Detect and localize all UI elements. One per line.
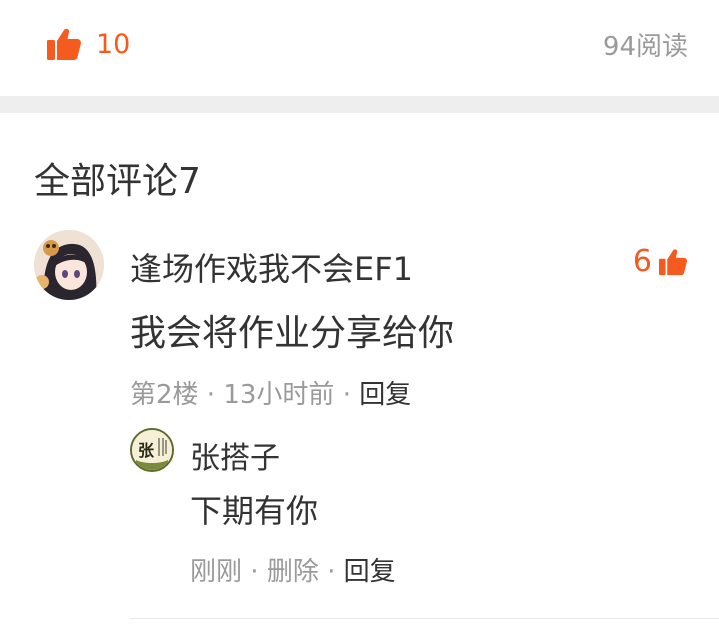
reply-text: 下期有你 (190, 492, 319, 530)
comment-floor: 第2楼 (130, 380, 199, 410)
comment-like-count: 6 (632, 244, 652, 279)
comment-text: 我会将作业分享给你 (130, 313, 455, 354)
read-count: 94阅读 (602, 32, 688, 62)
meta-separator: · (318, 557, 344, 587)
comment-time: 13小时前 (223, 380, 335, 410)
section-divider (0, 96, 719, 113)
comment-divider (130, 618, 719, 619)
meta-separator: · (242, 557, 267, 587)
reply-username[interactable]: 张搭子 (190, 433, 280, 477)
reply-reply-button[interactable]: 回复 (344, 557, 396, 587)
reply-meta: 刚刚 · 删除 · 回复 (190, 551, 396, 588)
avatar-char: 张 (138, 441, 155, 460)
comment-username[interactable]: 逢场作戏我不会EF1 (130, 244, 413, 290)
anime-avatar-image (34, 230, 104, 300)
comment-meta: 第2楼 · 13小时前 · 回复 (130, 374, 411, 411)
article-footer-bar: 10 94阅读 (0, 0, 719, 96)
thumbs-up-icon (659, 248, 687, 275)
article-like-count: 10 (96, 28, 131, 60)
thumbs-up-icon (47, 28, 81, 60)
calligraphy-avatar-image: 张 (132, 430, 172, 470)
reply-time: 刚刚 (190, 557, 243, 587)
avatar[interactable]: 张 (130, 428, 174, 472)
comments-title: 全部评论7 (34, 161, 201, 202)
comment-like-button[interactable]: 6 (633, 244, 688, 279)
avatar[interactable] (34, 230, 104, 300)
meta-separator: · (334, 380, 360, 410)
article-like-button[interactable]: 10 (46, 24, 130, 64)
delete-button[interactable]: 删除 (267, 557, 319, 587)
meta-separator: · (198, 380, 224, 410)
comment-reply-button[interactable]: 回复 (359, 380, 411, 410)
